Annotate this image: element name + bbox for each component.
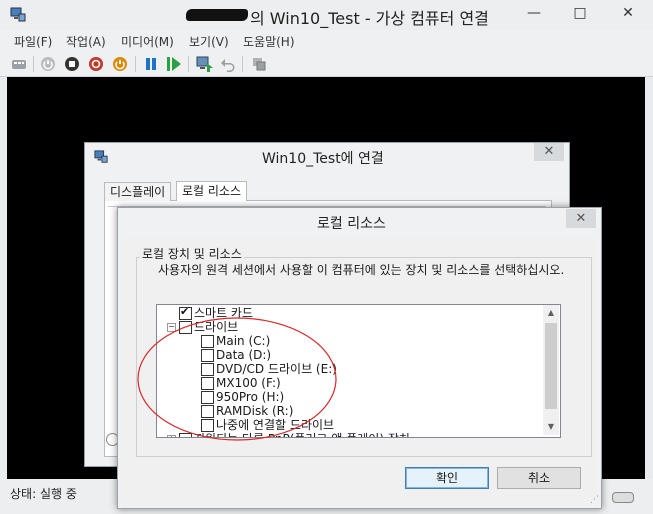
scroll-up-icon[interactable]: ▲ xyxy=(543,305,559,321)
enhanced-session-icon[interactable] xyxy=(250,55,268,73)
connect-dialog-title: Win10_Test에 연결 xyxy=(262,151,384,167)
toolbar-separator xyxy=(135,56,136,72)
window-title: 의 Win10_Test - 가상 컴퓨터 연결 xyxy=(250,9,489,28)
annotation-ellipse xyxy=(137,317,337,441)
pause-icon[interactable] xyxy=(142,55,160,73)
resume-icon[interactable] xyxy=(165,55,183,73)
tab-display[interactable]: 디스플레이 xyxy=(104,182,172,201)
close-button[interactable]: ✕ xyxy=(606,0,650,26)
toolbar-separator xyxy=(242,56,243,72)
tab-local-resources[interactable]: 로컬 리소스 xyxy=(176,181,248,201)
menu-media[interactable]: 미디어(M) xyxy=(121,33,174,50)
menu-view[interactable]: 보기(V) xyxy=(189,33,229,50)
keyboard-status-icon xyxy=(612,492,634,503)
checkpoint-icon[interactable] xyxy=(196,55,214,73)
turn-off-icon[interactable] xyxy=(63,55,81,73)
ok-button[interactable]: 확인 xyxy=(405,467,489,489)
status-text: 상태: 실행 중 xyxy=(10,487,77,501)
menu-help[interactable]: 도움말(H) xyxy=(243,33,295,50)
connect-dialog-close-button[interactable]: ✕ xyxy=(534,143,564,161)
save-icon[interactable] xyxy=(111,55,129,73)
revert-icon[interactable] xyxy=(219,55,237,73)
local-resources-dialog-title: 로컬 리소스 xyxy=(317,216,386,232)
resize-grip-icon[interactable]: ⋰ xyxy=(590,495,599,505)
maximize-button[interactable]: □ xyxy=(558,0,602,26)
ctrl-alt-del-icon[interactable] xyxy=(10,55,28,73)
minimize-button[interactable]: — xyxy=(512,0,556,26)
devices-group-label: 로컬 장치 및 리소스 xyxy=(140,245,244,262)
scrollbar-thumb[interactable] xyxy=(545,323,557,409)
cancel-button[interactable]: 취소 xyxy=(497,467,581,489)
scroll-down-icon[interactable]: ▼ xyxy=(543,419,559,435)
start-icon[interactable] xyxy=(39,55,57,73)
menu-action[interactable]: 작업(A) xyxy=(66,33,106,50)
toolbar-separator xyxy=(33,56,34,72)
vm-connect-app-icon xyxy=(94,150,108,167)
menu-file[interactable]: 파일(F) xyxy=(14,33,52,50)
toolbar-separator xyxy=(188,56,189,72)
vm-connect-app-icon xyxy=(10,7,26,26)
shut-down-icon[interactable] xyxy=(87,55,105,73)
devices-description: 사용자의 원격 세션에서 사용할 이 컴퓨터에 있는 장치 및 리소스를 선택하… xyxy=(158,263,565,277)
redacted-vm-host xyxy=(186,9,248,21)
local-resources-close-button[interactable]: ✕ xyxy=(566,209,596,228)
